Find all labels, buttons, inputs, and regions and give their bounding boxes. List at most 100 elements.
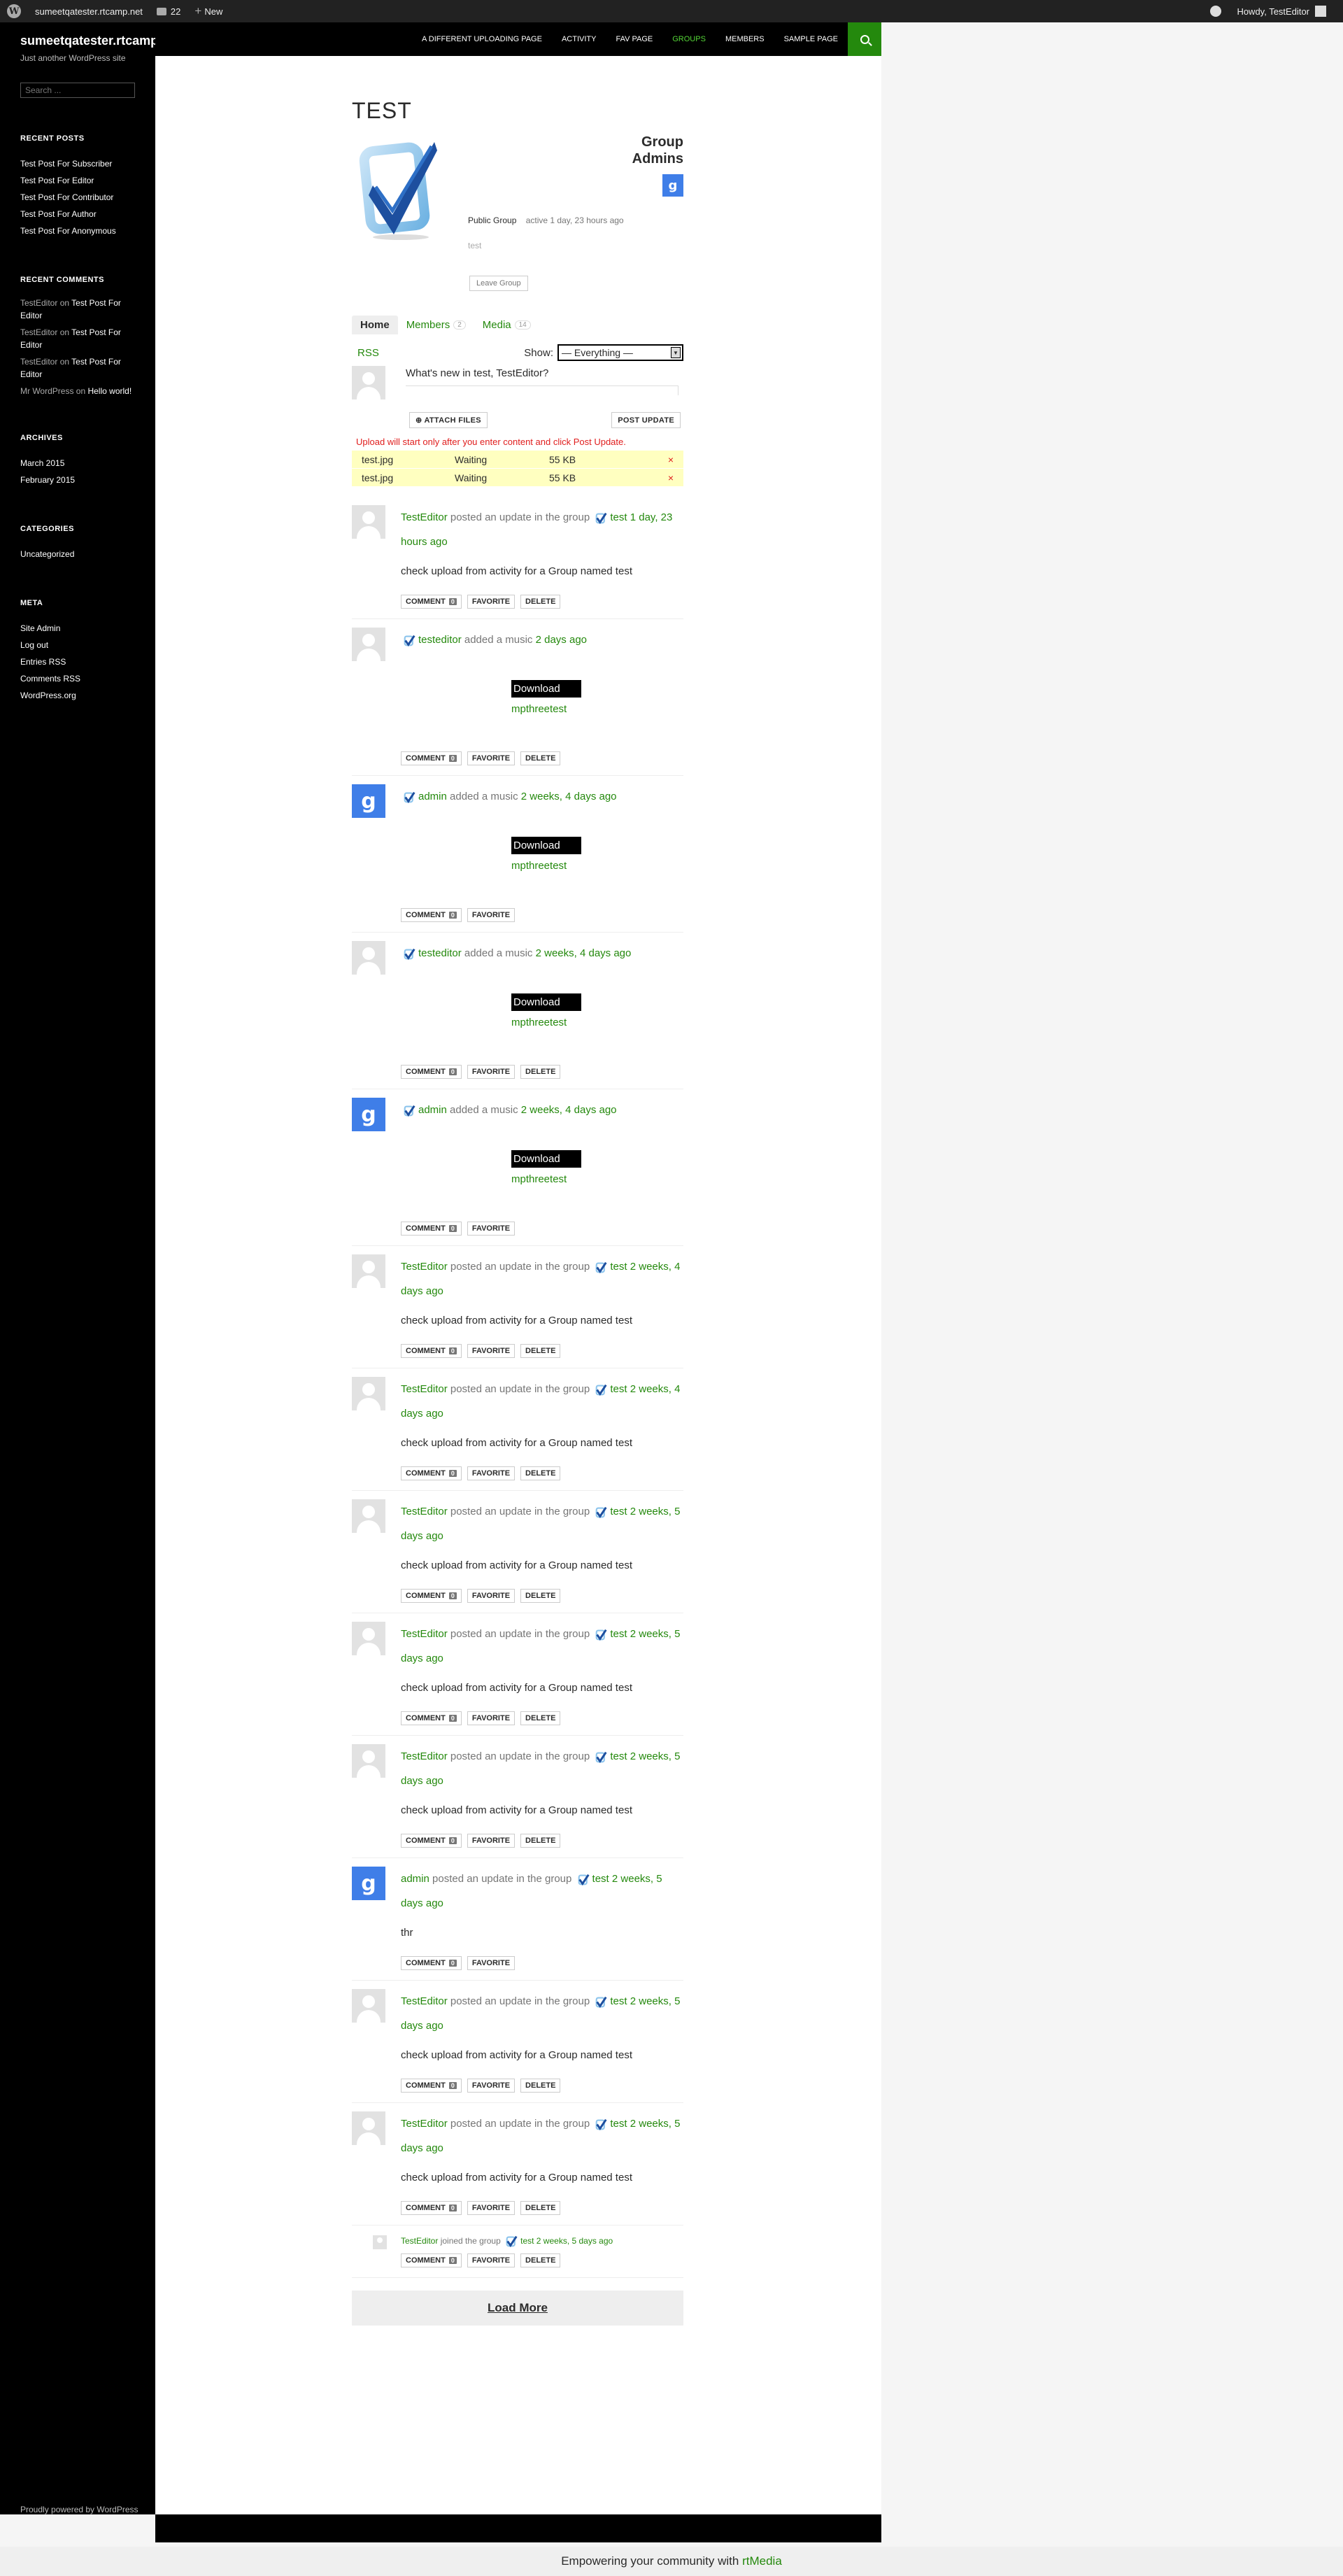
- user-default-avatar[interactable]: [373, 2235, 387, 2249]
- nav-item-a-different-uploading-page[interactable]: A DIFFERENT UPLOADING PAGE: [412, 22, 552, 56]
- delete-button[interactable]: DELETE: [520, 2253, 561, 2267]
- comment-button[interactable]: COMMENT 0: [401, 1589, 462, 1603]
- remove-file-icon[interactable]: ×: [668, 472, 674, 483]
- download-button[interactable]: Download: [511, 837, 581, 854]
- attach-files-button[interactable]: ⊕ ATTACH FILES: [409, 412, 488, 428]
- group-checkmark-icon[interactable]: [595, 1506, 607, 1518]
- favorite-button[interactable]: FAVORITE: [467, 1589, 516, 1603]
- user-default-avatar[interactable]: [352, 1744, 385, 1778]
- download-button[interactable]: Download: [511, 993, 581, 1011]
- group-checkmark-icon[interactable]: [404, 1105, 415, 1117]
- music-title-link[interactable]: mpthreetest: [511, 703, 683, 715]
- group-checkmark-icon[interactable]: [578, 1874, 590, 1885]
- favorite-button[interactable]: FAVORITE: [467, 1834, 516, 1848]
- user-default-avatar[interactable]: [352, 505, 385, 539]
- nav-item-groups[interactable]: GROUPS: [662, 22, 716, 56]
- activity-user-link[interactable]: admin: [418, 791, 447, 802]
- activity-group-link[interactable]: test: [520, 2236, 534, 2246]
- load-more-button[interactable]: Load More: [352, 2291, 683, 2326]
- favorite-button[interactable]: FAVORITE: [467, 2079, 516, 2093]
- favorite-button[interactable]: FAVORITE: [467, 1711, 516, 1725]
- recent-post-link[interactable]: Test Post For Subscriber: [20, 159, 112, 169]
- comment-button[interactable]: COMMENT 0: [401, 908, 462, 922]
- activity-user-link[interactable]: testeditor: [418, 634, 462, 646]
- comment-button[interactable]: COMMENT 0: [401, 1466, 462, 1480]
- activity-group-link[interactable]: test: [610, 511, 627, 523]
- meta-link[interactable]: Site Admin: [20, 623, 60, 633]
- rss-link[interactable]: RSS: [352, 347, 379, 359]
- group-avatar-checkmark-icon[interactable]: [359, 136, 443, 241]
- favorite-button[interactable]: FAVORITE: [467, 1065, 516, 1079]
- leave-group-button[interactable]: Leave Group: [469, 276, 528, 291]
- remove-file-icon[interactable]: ×: [668, 454, 674, 465]
- delete-button[interactable]: DELETE: [520, 595, 561, 609]
- delete-button[interactable]: DELETE: [520, 1466, 561, 1480]
- whats-new-textarea[interactable]: [406, 385, 678, 395]
- wp-logo-menu[interactable]: W: [0, 0, 28, 22]
- user-default-avatar[interactable]: [352, 1377, 385, 1410]
- nav-item-members[interactable]: MEMBERS: [716, 22, 774, 56]
- activity-user-link[interactable]: TestEditor: [401, 1750, 448, 1762]
- user-default-avatar[interactable]: [352, 1622, 385, 1655]
- favorite-button[interactable]: FAVORITE: [467, 751, 516, 765]
- activity-group-link[interactable]: test: [610, 1261, 627, 1273]
- rtmedia-link[interactable]: rtMedia: [742, 2554, 782, 2568]
- nav-item-sample-page[interactable]: SAMPLE PAGE: [774, 22, 848, 56]
- activity-group-link[interactable]: test: [610, 1506, 627, 1517]
- new-content-menu[interactable]: + New: [187, 0, 229, 22]
- search-toggle-button[interactable]: [848, 22, 881, 56]
- user-default-avatar[interactable]: [352, 941, 385, 975]
- activity-user-link[interactable]: TestEditor: [401, 2118, 448, 2130]
- activity-group-link[interactable]: test: [592, 1873, 609, 1885]
- favorite-button[interactable]: FAVORITE: [467, 1956, 516, 1970]
- recent-post-link[interactable]: Test Post For Author: [20, 209, 97, 219]
- group-checkmark-icon[interactable]: [506, 2235, 518, 2248]
- user-default-avatar[interactable]: [352, 1989, 385, 2023]
- activity-user-link[interactable]: TestEditor: [401, 1506, 448, 1517]
- comment-button[interactable]: COMMENT 0: [401, 1065, 462, 1079]
- group-checkmark-icon[interactable]: [595, 1384, 607, 1396]
- activity-group-link[interactable]: test: [610, 1628, 627, 1640]
- tab-members[interactable]: Members 2: [398, 316, 474, 334]
- comment-button[interactable]: COMMENT 0: [401, 1222, 462, 1236]
- recent-post-link[interactable]: Test Post For Editor: [20, 176, 94, 185]
- activity-group-link[interactable]: test: [610, 1750, 627, 1762]
- user-google-avatar-icon[interactable]: g: [352, 1098, 385, 1131]
- group-checkmark-icon[interactable]: [404, 635, 415, 646]
- powered-by[interactable]: Proudly powered by WordPress: [20, 2505, 138, 2514]
- comment-button[interactable]: COMMENT 0: [401, 2201, 462, 2215]
- activity-group-link[interactable]: test: [610, 1995, 627, 2007]
- group-checkmark-icon[interactable]: [595, 1261, 607, 1273]
- favorite-button[interactable]: FAVORITE: [467, 2253, 516, 2267]
- comment-button[interactable]: COMMENT 0: [401, 2253, 462, 2267]
- archive-link[interactable]: March 2015: [20, 458, 64, 468]
- recent-post-link[interactable]: Test Post For Anonymous: [20, 226, 116, 236]
- group-checkmark-icon[interactable]: [404, 948, 415, 960]
- activity-filter-select[interactable]: — Everything — ▼: [557, 344, 683, 361]
- activity-time-link[interactable]: 2 weeks, 4 days ago: [521, 1104, 617, 1116]
- activity-user-link[interactable]: TestEditor: [401, 1261, 448, 1273]
- activity-user-link[interactable]: admin: [401, 1873, 429, 1885]
- comments-menu[interactable]: 22: [150, 0, 187, 22]
- comment-button[interactable]: COMMENT 0: [401, 1711, 462, 1725]
- activity-group-link[interactable]: test: [610, 2118, 627, 2130]
- group-checkmark-icon[interactable]: [595, 1629, 607, 1641]
- comment-button[interactable]: COMMENT 0: [401, 1956, 462, 1970]
- activity-time-link[interactable]: 2 weeks, 4 days ago: [521, 791, 617, 802]
- user-default-avatar[interactable]: [352, 1254, 385, 1288]
- activity-time-link[interactable]: 2 days ago: [536, 634, 587, 646]
- activity-time-link[interactable]: 2 weeks, 4 days ago: [536, 947, 632, 959]
- delete-button[interactable]: DELETE: [520, 1589, 561, 1603]
- site-name-menu[interactable]: sumeetqatester.rtcamp.net: [28, 0, 150, 22]
- delete-button[interactable]: DELETE: [520, 1711, 561, 1725]
- user-default-avatar[interactable]: [352, 1499, 385, 1533]
- post-update-button[interactable]: POST UPDATE: [611, 412, 681, 428]
- comment-button[interactable]: COMMENT 0: [401, 595, 462, 609]
- activity-user-link[interactable]: TestEditor: [401, 1628, 448, 1640]
- account-menu[interactable]: Howdy, TestEditor: [1230, 0, 1343, 22]
- nav-item-activity[interactable]: ACTIVITY: [552, 22, 606, 56]
- group-checkmark-icon[interactable]: [595, 1751, 607, 1763]
- favorite-button[interactable]: FAVORITE: [467, 2201, 516, 2215]
- activity-group-link[interactable]: test: [610, 1383, 627, 1395]
- music-title-link[interactable]: mpthreetest: [511, 860, 683, 872]
